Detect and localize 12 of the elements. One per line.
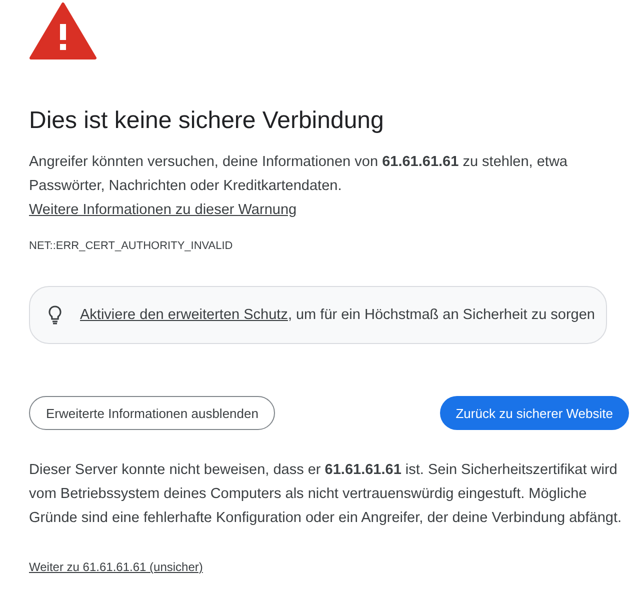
back-button[interactable]: Zurück zu sicherer Website — [440, 396, 629, 430]
more-info-link[interactable]: Weitere Informationen zu dieser Warnung — [29, 202, 297, 218]
proceed-link[interactable]: Weiter zu 61.61.61.61 (unsicher) — [29, 560, 203, 574]
page-title: Dies ist keine sichere Verbindung — [29, 106, 384, 136]
warning-text: Angreifer könnten versuchen, deine Informationen von 61.61.61.61 zu stehlen, etwa Passwörter, Nachrichten oder Kreditkartendaten. Weitere Informationen zu dieser Warnung — [29, 153, 568, 220]
protection-link[interactable]: Aktiviere den erweiterten Schutz — [80, 307, 288, 323]
error-code: NET::ERR_CERT_AUTHORITY_INVALID — [29, 240, 233, 252]
protection-text: Aktiviere den erweiterten Schutz, um für ein Höchstmaß an Sicherheit zu sorgen — [80, 307, 595, 323]
details-button[interactable]: Erweiterte Informationen ausblenden — [29, 396, 276, 430]
details-text: Dieser Server konnte nicht beweisen, dass er 61.61.61.61 ist. Sein Sicherheitszertifikat wird vom Betriebssystem deines Computers als nicht vertrauenswürdig eingestuft. Mögliche Gründe sind eine fehlerhafte Konfiguration oder ein Angreifer, der deine Verbindung abfängt. — [29, 461, 623, 528]
warning-icon — [29, 2, 97, 60]
lightbulb-icon — [48, 305, 62, 325]
